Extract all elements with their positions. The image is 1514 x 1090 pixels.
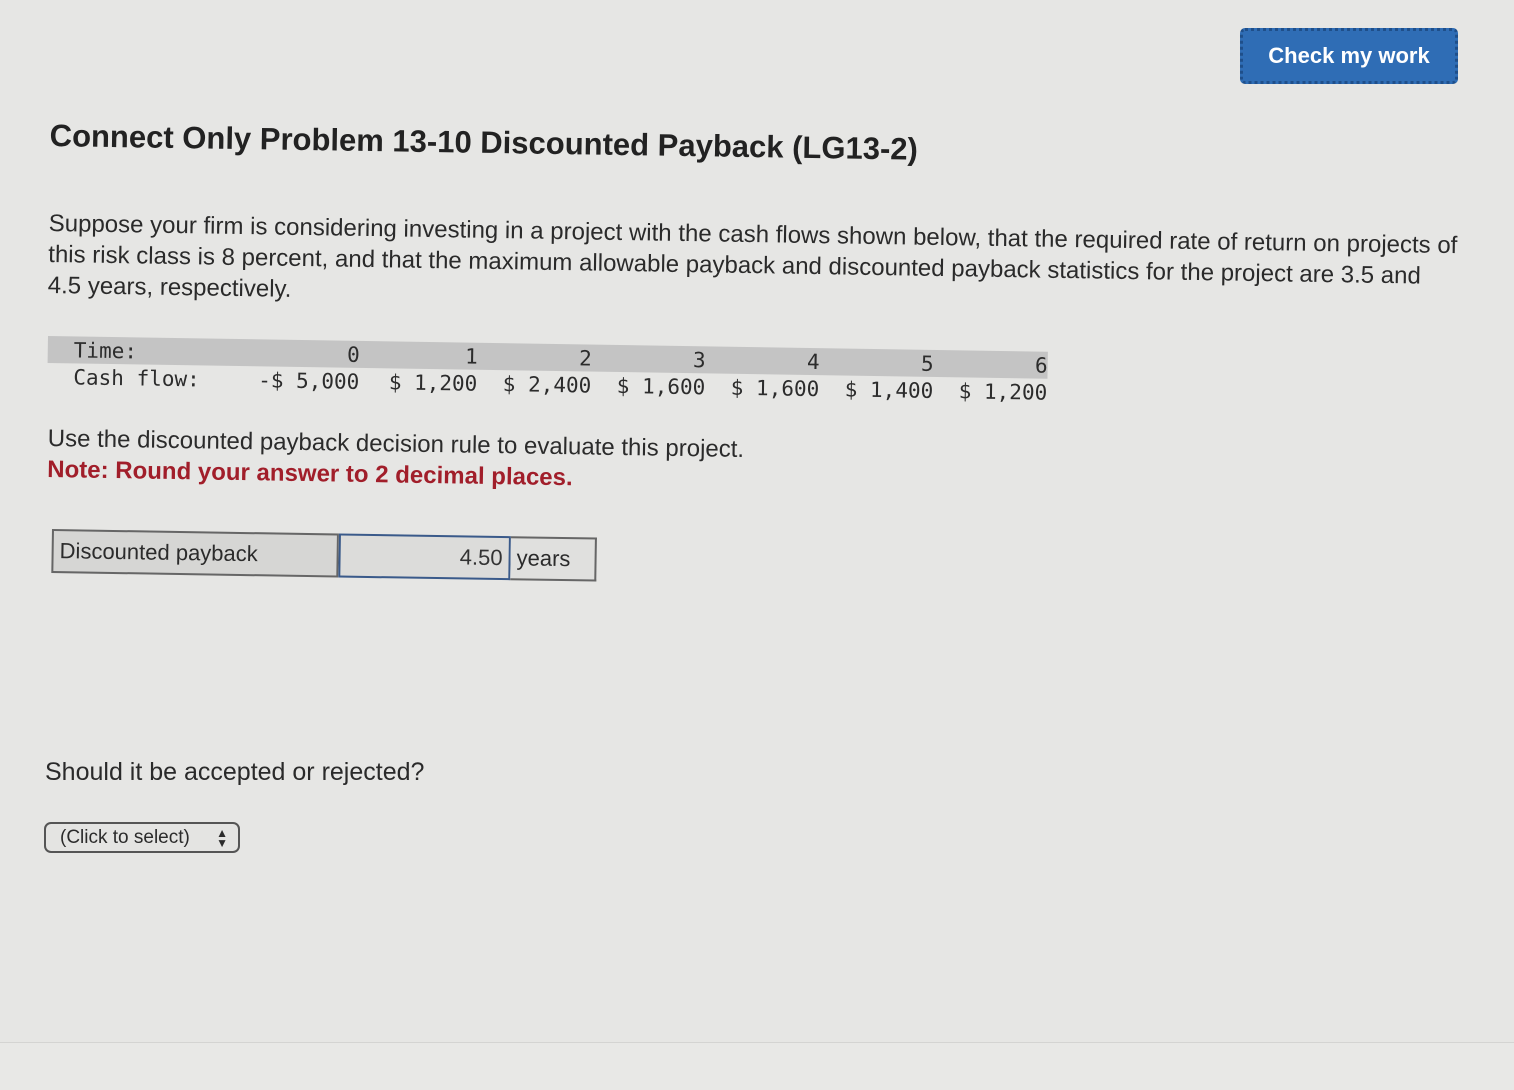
accept-reject-question: Should it be accepted or rejected?	[45, 758, 425, 786]
years-unit-label: years	[510, 536, 597, 582]
cash-flow-cell: $ 2,400	[502, 372, 592, 398]
select-value: (Click to select)	[60, 826, 190, 848]
cash-flow-cell: $ 1,200	[388, 370, 478, 396]
cash-flow-label: Cash flow:	[73, 365, 200, 392]
time-cell: 3	[692, 348, 706, 373]
instruction-block: Use the discounted payback decision rule…	[47, 423, 948, 499]
cash-flow-cell: $ 1,400	[844, 377, 934, 403]
cash-flow-table: Time: 0 1 2 3 4 5 6 Cash flow: -$ 5,000 …	[47, 336, 1048, 406]
time-label: Time:	[73, 338, 138, 364]
problem-question: Suppose your firm is considering investi…	[47, 209, 1458, 303]
bottom-navigation-bar	[0, 1042, 1514, 1090]
problem-title: Connect Only Problem 13-10 Discounted Pa…	[49, 118, 919, 167]
cash-flow-cell: -$ 5,000	[257, 368, 360, 394]
check-my-work-button[interactable]: Check my work	[1240, 28, 1458, 84]
cash-flow-cell: $ 1,200	[958, 379, 1048, 405]
page: Check my work Connect Only Problem 13-10…	[0, 0, 1514, 1090]
discounted-payback-input[interactable]	[338, 533, 511, 581]
discounted-payback-label: Discounted payback	[51, 529, 339, 578]
time-cell: 6	[1034, 353, 1048, 378]
cash-flow-cell: $ 1,600	[616, 373, 706, 400]
answer-row: Discounted payback years	[51, 529, 597, 582]
time-cell: 2	[578, 346, 592, 371]
time-cell: 0	[346, 342, 360, 367]
select-arrows-icon: ▲ ▼	[216, 826, 228, 850]
cash-flow-cell: $ 1,600	[730, 375, 820, 402]
time-cell: 1	[464, 344, 478, 369]
accept-reject-select[interactable]: (Click to select) ▲ ▼	[44, 822, 240, 853]
time-cell: 5	[920, 351, 934, 376]
time-cell: 4	[806, 349, 820, 375]
